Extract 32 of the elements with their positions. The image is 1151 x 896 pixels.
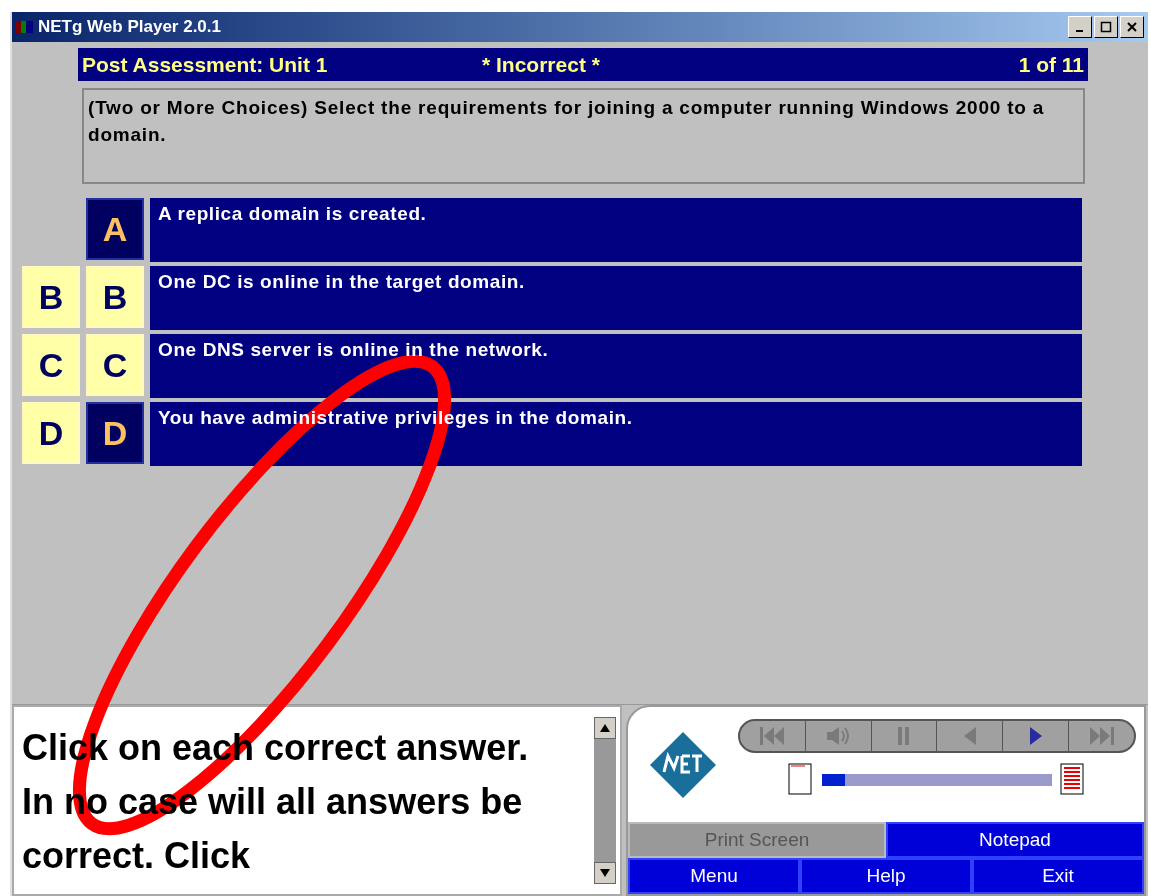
nav-button[interactable]: Exit xyxy=(972,858,1144,894)
window-title: NETg Web Player 2.0.1 xyxy=(38,16,221,39)
option-text: One DNS server is online in the network. xyxy=(158,339,549,360)
correct-answer-key: B xyxy=(22,266,80,328)
scroll-up-icon[interactable] xyxy=(600,724,610,732)
close-icon[interactable] xyxy=(1120,16,1144,38)
question-counter: 1 of 11 xyxy=(1018,51,1084,78)
answer-choice[interactable]: D xyxy=(86,402,144,464)
result-status: * Incorrect * xyxy=(482,51,601,78)
question-text: (Two or More Choices) Select the requirements for joining a computer running Windows 2000 to a domain. xyxy=(82,88,1085,184)
correct-answer-key: C xyxy=(22,334,80,396)
scroll-down-icon[interactable] xyxy=(600,869,610,877)
scrollbar[interactable] xyxy=(594,717,616,884)
app-icon xyxy=(16,19,34,35)
answer-choice[interactable]: C xyxy=(86,334,144,396)
answer-option[interactable]: One DNS server is online in the network. xyxy=(150,334,1082,398)
option-text: One DC is online in the target domain. xyxy=(158,271,525,292)
nav-button[interactable]: Help xyxy=(800,858,972,894)
logo-icon xyxy=(650,731,716,798)
minimize-icon[interactable] xyxy=(1068,16,1092,38)
nav-button[interactable]: Menu xyxy=(628,858,800,894)
page-icon xyxy=(788,763,814,797)
answer-option[interactable]: A replica domain is created. xyxy=(150,198,1082,262)
document-icon xyxy=(1060,763,1086,797)
option-text: A replica domain is created. xyxy=(158,203,427,224)
answer-choice[interactable]: B xyxy=(86,266,144,328)
correct-answer-key: D xyxy=(22,402,80,464)
notepad-button[interactable]: Notepad xyxy=(886,822,1144,859)
answer-choice[interactable]: A xyxy=(86,198,144,260)
maximize-icon[interactable] xyxy=(1094,16,1118,38)
answer-option[interactable]: One DC is online in the target domain. xyxy=(150,266,1082,330)
assessment-title: Post Assessment: Unit 1 xyxy=(82,51,329,78)
